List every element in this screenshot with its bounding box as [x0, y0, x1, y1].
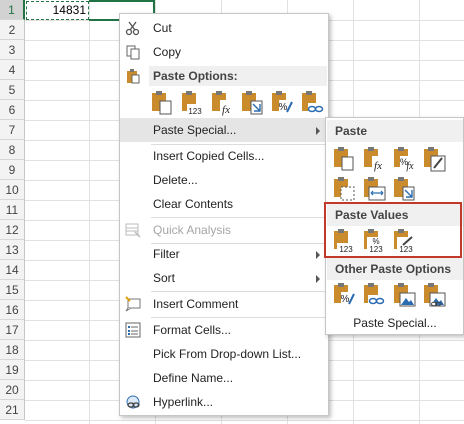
paste-values-highlight-box — [324, 202, 462, 258]
row-header-17[interactable]: 17 — [0, 320, 25, 340]
icon-label-fx: fx — [374, 160, 382, 172]
row-header-21[interactable]: 21 — [0, 400, 25, 420]
icon-label-fx: fx — [222, 104, 230, 116]
scissors-icon — [125, 21, 140, 36]
menu-item-label: Paste Special... — [153, 123, 237, 137]
menu-item-label: Define Name... — [153, 371, 234, 385]
paste-formulas-icon[interactable]: fx — [210, 90, 234, 116]
row-header-2[interactable]: 2 — [0, 20, 25, 40]
paste-special-dialog-link[interactable]: Paste Special... — [327, 313, 463, 333]
menu-item-filter[interactable]: Filter — [120, 242, 328, 266]
menu-item-label: Clear Contents — [153, 197, 234, 211]
row-header-18[interactable]: 18 — [0, 340, 25, 360]
paste-icon — [127, 69, 140, 84]
paste-icon[interactable] — [332, 146, 356, 172]
row-gridline — [25, 420, 464, 421]
menu-item-paste-special[interactable]: Paste Special... — [120, 118, 328, 142]
row-header-12[interactable]: 12 — [0, 220, 25, 240]
quick-analysis-icon — [125, 223, 141, 238]
menu-item-label: Delete... — [153, 173, 198, 187]
row-header-9[interactable]: 9 — [0, 160, 25, 180]
context-menu: Cut Copy Paste Options: 123 fx % Paste S… — [119, 13, 329, 416]
menu-item-label: Cut — [153, 21, 172, 35]
menu-item-hyperlink[interactable]: Hyperlink... — [120, 390, 328, 414]
menu-item-label: Copy — [153, 45, 182, 59]
paste-link-icon[interactable] — [300, 90, 324, 116]
menu-item-insert-copied-cells[interactable]: Insert Copied Cells... — [120, 144, 328, 168]
paste-no-borders-icon[interactable] — [332, 176, 356, 202]
row-header-1[interactable]: 1 — [0, 0, 25, 20]
row-header-20[interactable]: 20 — [0, 380, 25, 400]
paste-section-header: Paste — [327, 120, 463, 142]
row-header-13[interactable]: 13 — [0, 240, 25, 260]
keep-source-column-widths-icon[interactable] — [362, 176, 386, 202]
hyperlink-icon — [126, 395, 140, 409]
submenu-arrow-icon — [316, 127, 320, 135]
paste-values-icon[interactable]: 123 — [180, 90, 204, 116]
paste-formatting-icon[interactable]: % — [270, 90, 294, 116]
row-header-6[interactable]: 6 — [0, 100, 25, 120]
submenu-arrow-icon — [316, 251, 320, 259]
submenu-arrow-icon — [316, 275, 320, 283]
icon-label-percent: % — [279, 102, 288, 113]
other-paste-options-section-header: Other Paste Options — [327, 258, 463, 280]
menu-item-label: Quick Analysis — [153, 223, 232, 237]
copy-icon — [126, 45, 140, 60]
linked-picture-icon[interactable] — [422, 282, 446, 308]
menu-item-label: Sort — [153, 271, 176, 285]
menu-item-label: Format Cells... — [153, 323, 232, 337]
row-header-8[interactable]: 8 — [0, 140, 25, 160]
icon-label-123: 123 — [188, 107, 202, 116]
paste-picture-icon[interactable] — [392, 282, 416, 308]
paste-formatting-icon[interactable]: % — [332, 282, 356, 308]
menu-item-insert-comment[interactable]: Insert Comment — [120, 292, 328, 316]
row-header-14[interactable]: 14 — [0, 260, 25, 280]
row-header-4[interactable]: 4 — [0, 60, 25, 80]
menu-item-delete[interactable]: Delete... — [120, 168, 328, 192]
menu-item-cut[interactable]: Cut — [120, 16, 328, 40]
menu-item-define-name[interactable]: Define Name... — [120, 366, 328, 390]
row-header-7[interactable]: 7 — [0, 120, 25, 140]
paste-options-header: Paste Options: — [149, 66, 327, 86]
menu-item-label: Filter — [153, 247, 180, 261]
row-header-16[interactable]: 16 — [0, 300, 25, 320]
keep-source-formatting-icon[interactable] — [422, 146, 446, 172]
cell-a1-copied[interactable]: 14831 — [26, 1, 89, 20]
paste-formulas-number-formatting-icon[interactable]: % fx — [392, 146, 416, 172]
menu-item-quick-analysis: Quick Analysis — [120, 218, 328, 242]
menu-item-label: Insert Copied Cells... — [153, 149, 265, 163]
paste-link-icon[interactable] — [362, 282, 386, 308]
menu-item-sort[interactable]: Sort — [120, 266, 328, 290]
menu-item-pick-from-dropdown[interactable]: Pick From Drop-down List... — [120, 342, 328, 366]
paste-formulas-icon[interactable]: fx — [362, 146, 386, 172]
paste-icon[interactable] — [150, 90, 174, 116]
menu-item-label: Hyperlink... — [153, 395, 214, 409]
format-cells-icon — [125, 322, 141, 338]
row-header-15[interactable]: 15 — [0, 280, 25, 300]
menu-item-label: Insert Comment — [153, 297, 239, 311]
menu-item-copy[interactable]: Copy — [120, 40, 328, 64]
menu-item-clear-contents[interactable]: Clear Contents — [120, 192, 328, 216]
row-header-10[interactable]: 10 — [0, 180, 25, 200]
row-header-3[interactable]: 3 — [0, 40, 25, 60]
comment-icon — [125, 296, 141, 312]
row-header-5[interactable]: 5 — [0, 80, 25, 100]
icon-label-percent: % — [341, 294, 350, 305]
row-header-19[interactable]: 19 — [0, 360, 25, 380]
row-header-11[interactable]: 11 — [0, 200, 25, 220]
menu-item-format-cells[interactable]: Format Cells... — [120, 318, 328, 342]
icon-label-fx: fx — [406, 161, 414, 172]
paste-transpose-icon[interactable] — [240, 90, 264, 116]
paste-transpose-icon[interactable] — [392, 176, 416, 202]
menu-item-label: Pick From Drop-down List... — [153, 347, 302, 361]
